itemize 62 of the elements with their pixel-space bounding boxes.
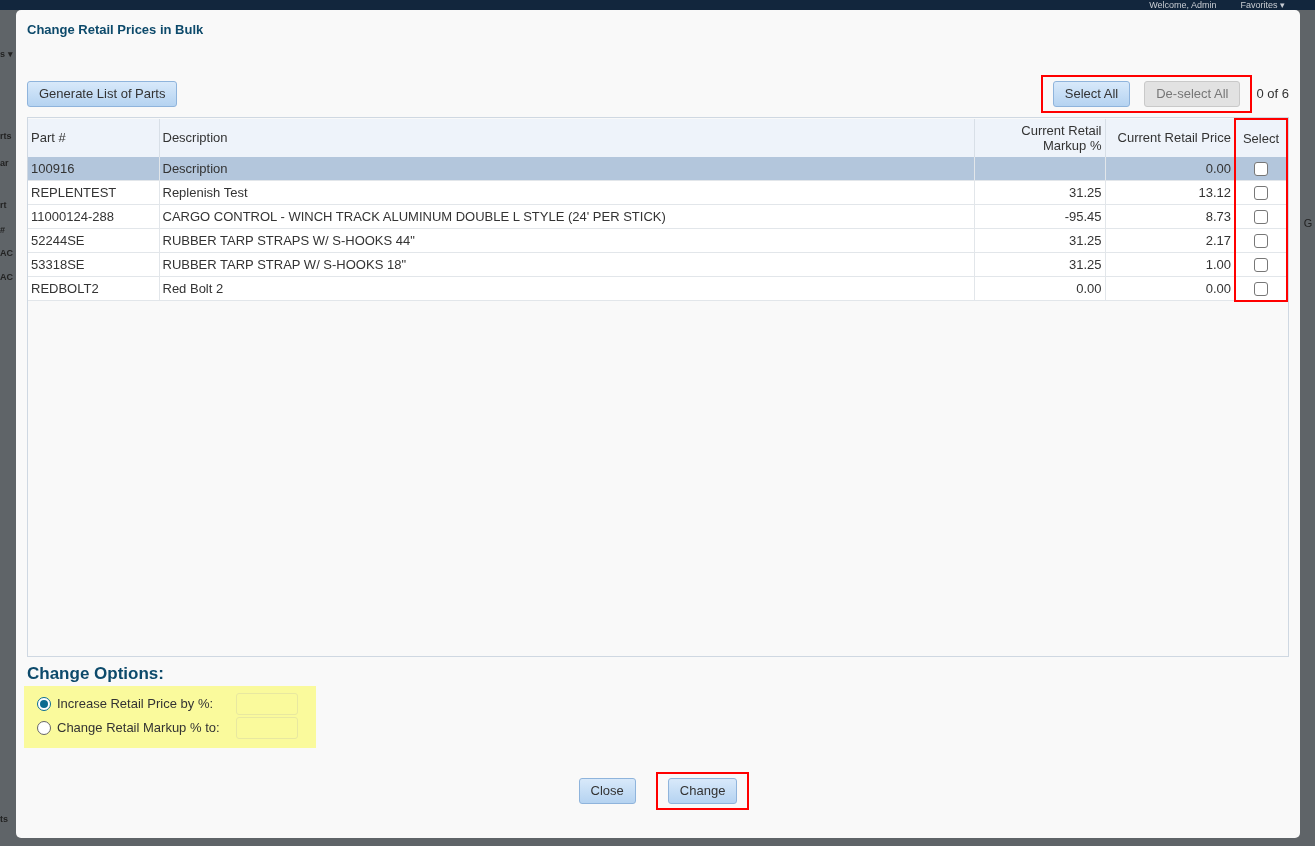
section-heading: Change Options: [27,662,165,685]
table-cell: 13.12 [1105,180,1235,205]
table-cell: CARGO CONTROL - WINCH TRACK ALUMINUM DOUBLE L STYLE (24' PER STICK) [159,204,974,229]
table-cell: 0.00 [1105,276,1235,301]
radio-button[interactable] [37,721,51,735]
table-cell: 31.25 [974,252,1105,277]
table-cell: 0.00 [1105,156,1235,181]
background-text: rt [0,199,7,212]
table-cell: 8.73 [1105,204,1235,229]
row-checkbox[interactable] [1254,162,1268,177]
table-cell: REDBOLT2 [28,276,159,301]
column-header: Current Retail Markup % [974,118,1105,157]
column-header: Description [159,118,974,157]
column-header: Select [1235,118,1287,157]
background-text: s ▾ [0,48,13,61]
table-row[interactable]: 52244SE RUBBER TARP STRAPS W/ S-HOOKS 44" 31.25 2.17 [28,228,1287,253]
background-text: AC [0,247,13,260]
table-cell: 0.00 [974,276,1105,301]
dialog-title: Change Retail Prices in Bulk [27,21,205,39]
row-checkbox[interactable] [1254,234,1268,249]
table-cell: Replenish Test [159,180,974,205]
welcome-text: Welcome, Admin [1149,0,1217,10]
row-checkbox[interactable] [1254,210,1268,225]
row-checkbox[interactable] [1254,282,1268,297]
radio-button[interactable] [37,697,51,711]
table-row[interactable]: 11000124-288 CARGO CONTROL - WINCH TRACK ALUMINUM DOUBLE L STYLE (24' PER STICK) -95.45 8.73 [28,204,1287,229]
background-text: rts [0,130,12,143]
column-header: Part # [28,118,159,157]
favorites-menu[interactable]: Favorites ▾ [1240,0,1285,10]
table-row[interactable]: 53318SE RUBBER TARP STRAP W/ S-HOOKS 18" 31.25 1.00 [28,252,1287,277]
table-cell: REPLENTEST [28,180,159,205]
table-row[interactable]: REPLENTEST Replenish Test 31.25 13.12 [28,180,1287,205]
background-text: AC [0,271,13,284]
table-cell: 1.00 [1105,252,1235,277]
table-cell: -95.45 [974,204,1105,229]
table-cell: 100916 [28,156,159,181]
selection-count: 0 of 6 [1256,84,1289,103]
option-label: Change Retail Markup % to: [57,719,221,738]
generate-list-button[interactable]: Generate List of Parts [27,80,178,107]
dialog-button[interactable]: Close [578,778,636,804]
table-cell: RUBBER TARP STRAP W/ S-HOOKS 18" [159,252,974,277]
row-checkbox[interactable] [1254,258,1268,273]
table-cell: RUBBER TARP STRAPS W/ S-HOOKS 44" [159,228,974,253]
table-row[interactable]: 100916 Description 0.00 [28,156,1287,181]
background-text: ar [0,157,9,170]
background-text: ts [0,813,8,826]
bulk-select-button[interactable]: Select All [1052,80,1131,107]
option-label: Increase Retail Price by %: [57,695,215,714]
table-row[interactable]: REDBOLT2 Red Bolt 2 0.00 0.00 [28,276,1287,301]
table-cell: 11000124-288 [28,204,159,229]
table-cell: 2.17 [1105,228,1235,253]
column-header: Current Retail Price [1105,118,1235,157]
dialog-button[interactable]: Change [667,778,738,804]
table-cell: 31.25 [974,228,1105,253]
table-cell: Description [159,156,974,181]
table-cell: 52244SE [28,228,159,253]
table-cell: 31.25 [974,180,1105,205]
background-text: G [1302,216,1314,231]
table-cell: 53318SE [28,252,159,277]
background-text: # [0,224,5,237]
table-cell: Red Bolt 2 [159,276,974,301]
row-checkbox[interactable] [1254,186,1268,201]
